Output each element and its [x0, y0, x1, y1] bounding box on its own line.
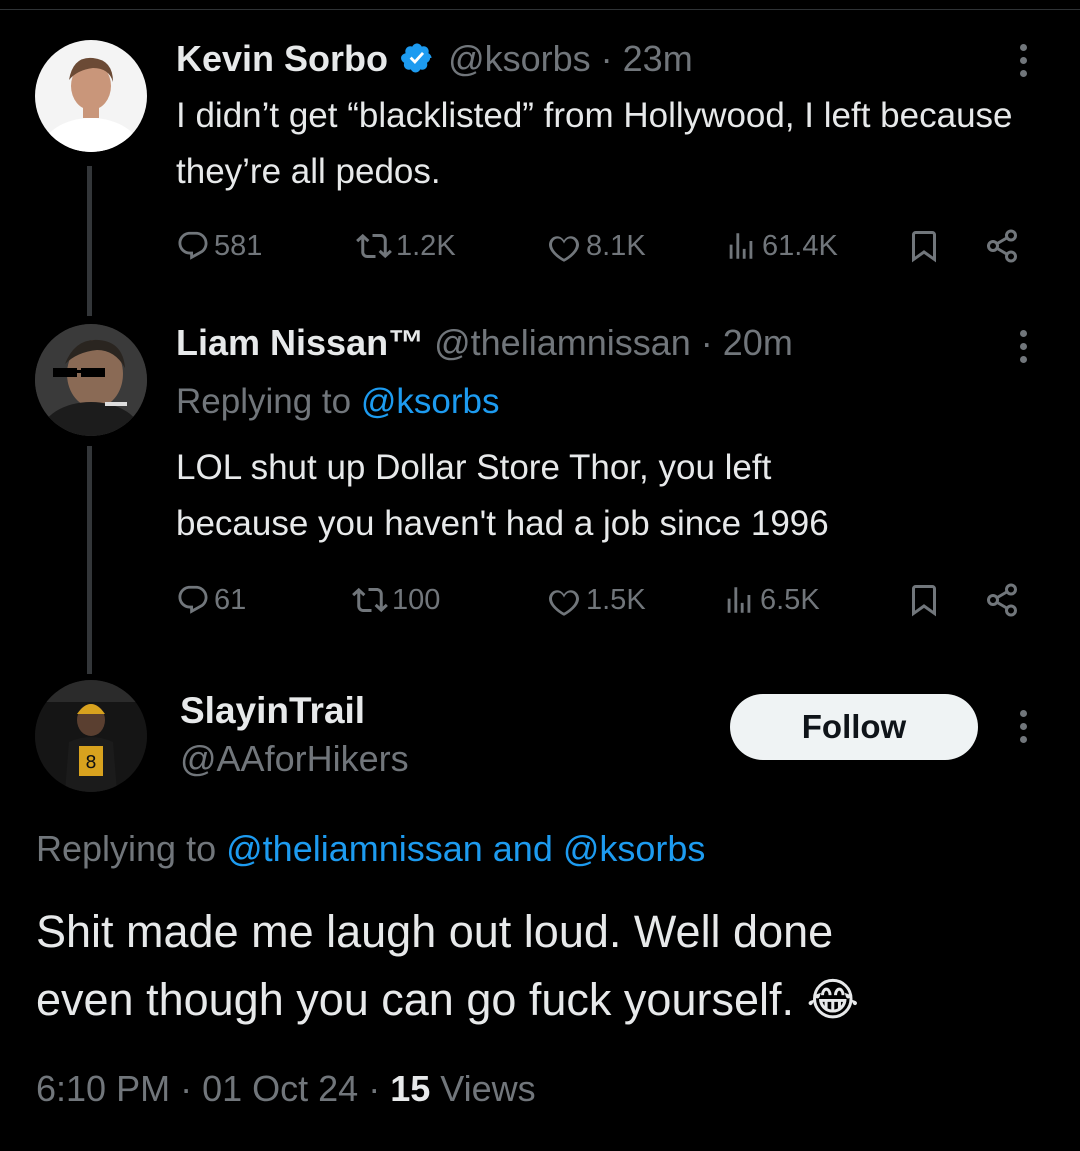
repost-button[interactable]: 100: [352, 578, 440, 622]
timestamp[interactable]: · 20m: [701, 322, 793, 363]
more-icon[interactable]: [1018, 710, 1028, 750]
separator: ·: [368, 1068, 381, 1109]
repost-count: 1.2K: [396, 229, 456, 262]
display-name[interactable]: Kevin Sorbo: [176, 38, 388, 79]
reply-button[interactable]: 581: [176, 224, 262, 268]
mention-link[interactable]: @theliamnissan and @ksorbs: [226, 828, 705, 869]
post-date[interactable]: 01 Oct 24: [202, 1068, 358, 1109]
share-icon: [987, 583, 1017, 617]
bookmark-button[interactable]: [906, 578, 946, 622]
tweet-header: Liam Nissan™ @theliamnissan · 20m: [176, 322, 793, 364]
like-count: 1.5K: [586, 583, 646, 616]
post-text-line: even though you can go fuck yourself. 😂: [36, 966, 1036, 1034]
replying-to: Replying to @theliamnissan and @ksorbs: [36, 828, 705, 870]
views-button[interactable]: 61.4K: [724, 224, 838, 268]
tweet-actions: 61 100 1.5K 6.5K: [176, 578, 1036, 622]
avatar-liam-nissan[interactable]: [35, 324, 147, 436]
tweet-actions: 581 1.2K 8.1K 61.4K: [176, 224, 1036, 268]
tweet-text: LOL shut up Dollar Store Thor, you left …: [176, 440, 1036, 552]
post-text-line-2: even though you can go fuck yourself.: [36, 974, 794, 1025]
views-icon: [727, 587, 751, 613]
tweet-header: Kevin Sorbo @ksorbs · 23m: [176, 38, 693, 84]
views-label: Views: [440, 1068, 536, 1109]
reply-button[interactable]: 61: [176, 578, 246, 622]
mention-link[interactable]: @ksorbs: [361, 382, 500, 421]
replying-prefix: Replying to: [176, 382, 352, 421]
top-divider: [0, 9, 1080, 10]
share-button[interactable]: [984, 578, 1024, 622]
tweet-text-line: LOL shut up Dollar Store Thor, you left: [176, 448, 772, 487]
post-time[interactable]: 6:10 PM: [36, 1068, 170, 1109]
views-count: 15: [390, 1068, 431, 1109]
handle[interactable]: @ksorbs: [448, 38, 591, 79]
avatar-kevin-sorbo[interactable]: [35, 40, 147, 152]
thread-line: [87, 166, 92, 316]
repost-count: 100: [392, 583, 441, 616]
separator: ·: [180, 1068, 193, 1109]
thread-line: [87, 446, 92, 674]
tweet-text-line: because you haven't had a job since 1996: [176, 504, 829, 543]
bookmark-button[interactable]: [906, 224, 946, 268]
post-meta: 6:10 PM · 01 Oct 24 · 15 Views: [36, 1068, 536, 1110]
share-icon: [987, 229, 1017, 263]
replying-to: Replying to @ksorbs: [176, 382, 499, 422]
views-icon: [729, 233, 753, 259]
bookmark-icon: [912, 585, 936, 617]
reply-count: 581: [214, 229, 263, 262]
views-count: 6.5K: [760, 583, 820, 616]
display-name[interactable]: SlayinTrail: [180, 690, 409, 732]
like-button[interactable]: 1.5K: [546, 578, 646, 622]
views-button[interactable]: 6.5K: [722, 578, 820, 622]
bookmark-icon: [912, 231, 936, 263]
timestamp[interactable]: · 23m: [601, 38, 693, 79]
replying-prefix: Replying to: [36, 828, 217, 869]
like-count: 8.1K: [586, 229, 646, 262]
main-post-header: SlayinTrail @AAforHikers: [180, 690, 409, 780]
handle[interactable]: @theliamnissan: [434, 322, 691, 363]
verified-badge-icon: [400, 41, 434, 84]
repost-button[interactable]: 1.2K: [356, 224, 456, 268]
handle[interactable]: @AAforHikers: [180, 738, 409, 780]
display-name[interactable]: Liam Nissan™: [176, 322, 424, 363]
like-icon: [549, 236, 579, 262]
more-icon[interactable]: [1018, 44, 1028, 84]
share-button[interactable]: [984, 224, 1024, 268]
reply-count: 61: [214, 583, 247, 616]
like-icon: [549, 590, 579, 616]
repost-icon: [352, 587, 388, 613]
views-count: 61.4K: [762, 229, 838, 262]
laughing-emoji: 😂: [806, 974, 860, 1025]
tweet-text: I didn’t get “blacklisted” from Hollywoo…: [176, 96, 1013, 191]
like-button[interactable]: 8.1K: [546, 224, 646, 268]
avatar-slayintrail[interactable]: 8: [35, 680, 147, 792]
more-icon[interactable]: [1018, 330, 1028, 370]
follow-button[interactable]: Follow: [730, 694, 978, 760]
post-text: Shit made me laugh out loud. Well done e…: [36, 898, 1036, 1034]
repost-icon: [356, 233, 392, 259]
svg-text:8: 8: [85, 752, 96, 773]
reply-icon: [178, 231, 208, 260]
reply-icon: [178, 585, 208, 614]
post-text-line: Shit made me laugh out loud. Well done: [36, 906, 834, 957]
